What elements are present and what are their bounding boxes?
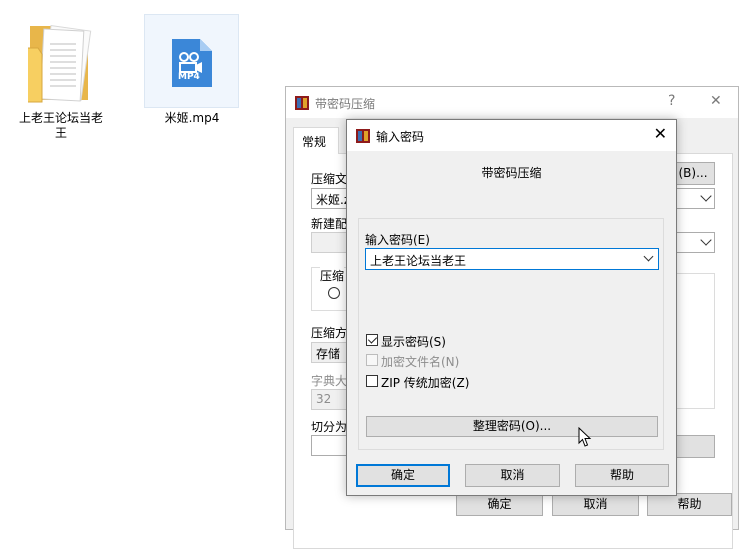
format-label: 压缩 — [320, 267, 345, 284]
archive-name-field[interactable]: 米姬.z — [311, 188, 349, 209]
set-password-button[interactable] — [671, 435, 715, 458]
archive-name-label: 压缩文 — [311, 172, 348, 186]
new-profile-label: 新建配 — [311, 217, 348, 231]
password-input[interactable]: 上老王论坛当老王 — [365, 248, 659, 270]
split-label: 切分为 — [311, 420, 348, 434]
mouse-cursor-icon — [578, 427, 592, 447]
chevron-down-icon — [700, 234, 712, 246]
dictionary-label: 字典大 — [311, 374, 348, 388]
zip-legacy-label[interactable]: ZIP 传统加密(Z) — [381, 374, 469, 391]
mp4-label: 米姬.mp4 — [164, 111, 220, 125]
dialog-titlebar: 输入密码 ✕ — [347, 120, 676, 151]
winrar-icon — [295, 96, 309, 110]
encrypt-filenames-checkbox[interactable] — [366, 354, 378, 366]
show-password-label[interactable]: 显示密码(S) — [381, 333, 446, 350]
check-icon — [367, 334, 378, 344]
show-password-checkbox[interactable] — [366, 334, 378, 346]
folder-icon — [28, 24, 92, 103]
profile-combo[interactable] — [311, 232, 349, 253]
dialog-title: 输入密码 — [376, 130, 425, 144]
split-combo[interactable] — [311, 435, 349, 456]
format-radio[interactable] — [328, 287, 340, 299]
method-combo[interactable]: 存储 — [311, 342, 349, 363]
password-label: 输入密码(E) — [365, 233, 430, 247]
password-dialog: 输入密码 ✕ 带密码压缩 输入密码(E) 上老王论坛当老王 显示密码(S) 加密… — [346, 119, 677, 496]
dialog-heading: 带密码压缩 — [481, 166, 542, 180]
parent-help-button[interactable]: 帮助 — [647, 493, 732, 516]
dialog-ok-button[interactable]: 确定 — [356, 464, 450, 487]
archive-name-dropdown[interactable] — [671, 188, 715, 209]
dictionary-combo[interactable]: 32 — [311, 389, 349, 410]
encrypt-filenames-label[interactable]: 加密文件名(N) — [381, 353, 459, 370]
zip-legacy-checkbox[interactable] — [366, 375, 378, 387]
parent-titlebar: 带密码压缩 ? ✕ — [286, 87, 738, 118]
mp4-badge: MP4 — [178, 72, 200, 82]
parent-cancel-button[interactable]: 取消 — [552, 493, 639, 516]
help-icon[interactable]: ? — [668, 93, 675, 109]
parent-ok-button[interactable]: 确定 — [456, 493, 543, 516]
parent-title: 带密码压缩 — [315, 97, 376, 111]
method-label: 压缩方 — [311, 326, 348, 340]
organize-passwords-button[interactable]: 整理密码(O)... — [366, 416, 658, 437]
close-icon[interactable]: ✕ — [654, 124, 667, 143]
chevron-down-icon — [700, 190, 712, 202]
tab-general[interactable]: 常规 — [293, 127, 339, 154]
options-group — [671, 273, 715, 409]
folder-label: 上老王论坛当老王 — [18, 111, 103, 140]
browse-button[interactable]: (B)... — [671, 162, 715, 185]
dialog-help-button[interactable]: 帮助 — [575, 464, 669, 487]
close-icon[interactable]: ✕ — [710, 93, 722, 109]
winrar-icon — [356, 129, 370, 143]
dialog-cancel-button[interactable]: 取消 — [465, 464, 560, 487]
update-mode-dropdown[interactable] — [671, 232, 715, 253]
